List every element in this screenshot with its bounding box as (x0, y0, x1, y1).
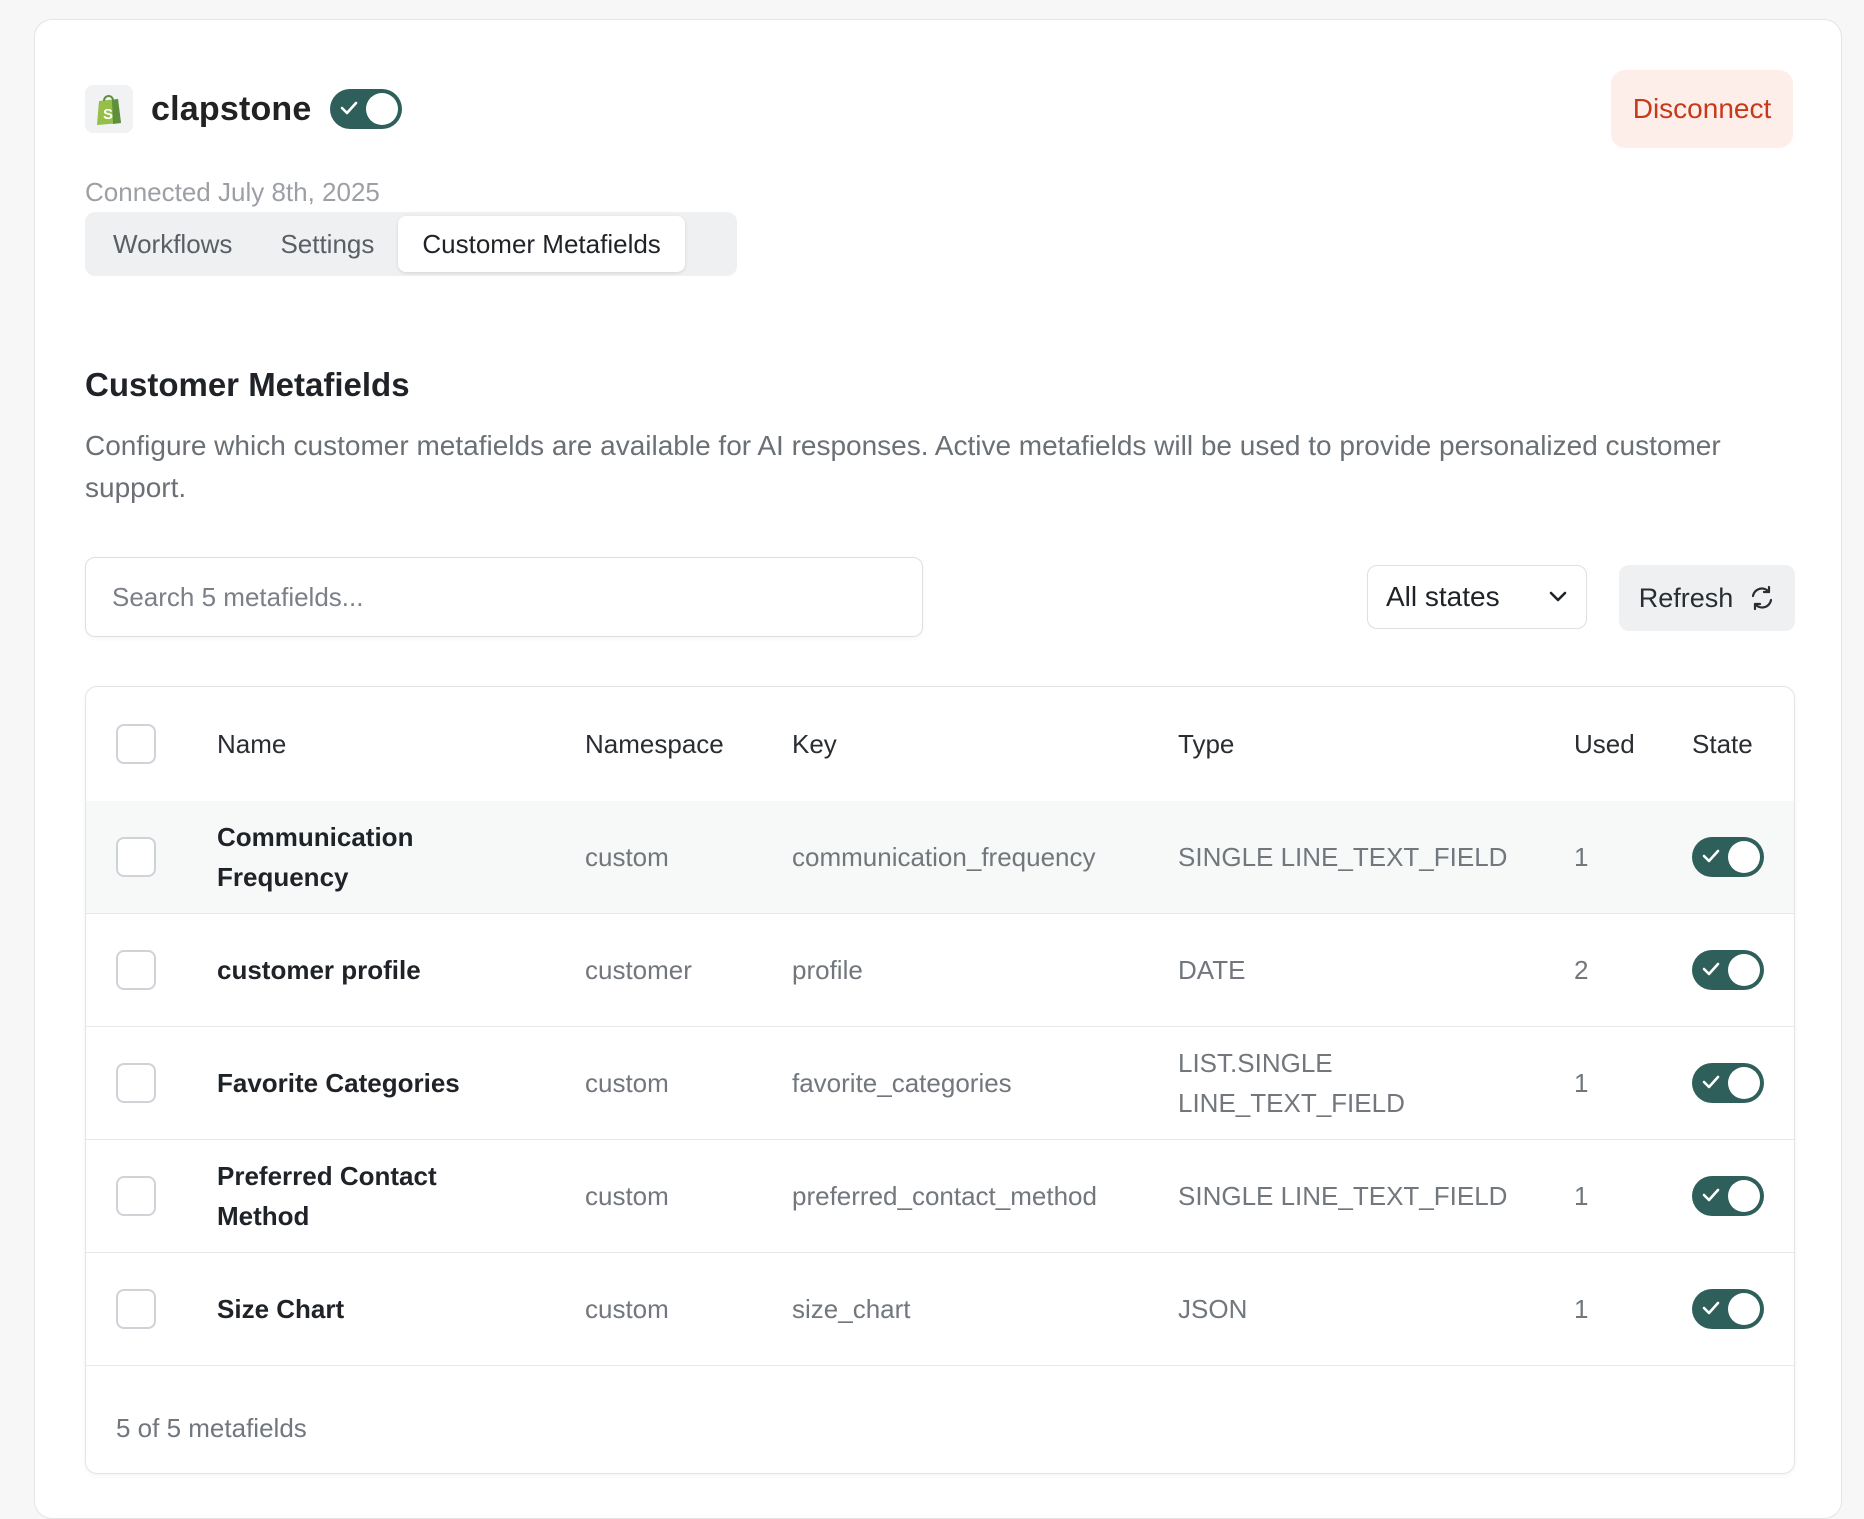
metafield-type: JSON (1178, 1294, 1248, 1324)
metafield-type: LIST.SINGLE LINE_TEXT_FIELD (1178, 1048, 1405, 1118)
metafield-name: Size Chart (217, 1294, 345, 1324)
check-icon (340, 101, 357, 115)
metafield-type: SINGLE LINE_TEXT_FIELD (1178, 1181, 1508, 1211)
metafield-name: Preferred Contact Method (217, 1161, 437, 1231)
metafield-namespace: custom (585, 841, 669, 872)
table-footer-count: 5 of 5 metafields (116, 1413, 307, 1443)
metafield-state-toggle[interactable] (1692, 1176, 1764, 1216)
integration-card: S clapstone Connected July 8th, 2025 Dis… (34, 19, 1842, 1519)
column-header-namespace[interactable]: Namespace (585, 687, 724, 801)
disconnect-button[interactable]: Disconnect (1611, 70, 1793, 148)
column-header-key[interactable]: Key (792, 687, 837, 801)
table-row[interactable]: Communication Frequency custom communica… (86, 801, 1794, 914)
metafield-used-count: 1 (1574, 1180, 1589, 1211)
connected-date: Connected July 8th, 2025 (85, 177, 380, 207)
refresh-icon (1752, 585, 1773, 611)
tab-workflows[interactable]: Workflows (89, 216, 256, 272)
metafields-table: Name Namespace Key Type Used State Commu… (85, 686, 1795, 1474)
metafield-state-toggle[interactable] (1692, 1063, 1764, 1103)
svg-text:S: S (103, 106, 113, 123)
metafield-state-toggle[interactable] (1692, 837, 1764, 877)
store-enabled-toggle[interactable] (329, 89, 402, 129)
table-header-row: Name Namespace Key Type Used State (86, 687, 1794, 801)
tab-settings[interactable]: Settings (256, 216, 398, 272)
metafield-type: DATE (1178, 955, 1246, 985)
search-input[interactable] (85, 557, 923, 637)
tab-bar: Workflows Settings Customer Metafields (85, 212, 737, 276)
refresh-button[interactable]: Refresh (1619, 565, 1795, 631)
metafield-used-count: 1 (1574, 1293, 1589, 1324)
select-all-checkbox[interactable] (116, 724, 156, 764)
metafield-name: Favorite Categories (217, 1068, 460, 1098)
metafield-namespace: custom (585, 1180, 669, 1211)
tab-customer-metafields[interactable]: Customer Metafields (398, 216, 685, 272)
table-row[interactable]: Favorite Categories custom favorite_cate… (86, 1027, 1794, 1140)
shopify-bag-icon: S (85, 85, 133, 133)
check-icon (1702, 962, 1720, 976)
table-row[interactable]: customer profile customer profile DATE 2 (86, 914, 1794, 1027)
metafield-used-count: 1 (1574, 841, 1589, 872)
chevron-down-icon (1549, 591, 1567, 602)
metafield-name: customer profile (217, 955, 421, 985)
state-filter-select[interactable]: All states (1367, 565, 1587, 629)
metafield-used-count: 1 (1574, 1067, 1589, 1098)
metafield-namespace: custom (585, 1293, 669, 1324)
store-name: clapstone (151, 89, 312, 128)
row-checkbox[interactable] (116, 950, 156, 990)
state-filter-value: All states (1386, 581, 1500, 612)
metafield-namespace: customer (585, 954, 692, 985)
refresh-label: Refresh (1638, 582, 1734, 613)
metafield-key: profile (792, 954, 863, 985)
column-header-name[interactable]: Name (217, 687, 547, 801)
column-header-used[interactable]: Used (1574, 687, 1635, 801)
metafield-name: Communication Frequency (217, 822, 414, 892)
row-checkbox[interactable] (116, 1289, 156, 1329)
row-checkbox[interactable] (116, 837, 156, 877)
metafield-used-count: 2 (1574, 954, 1589, 985)
metafield-state-toggle[interactable] (1692, 950, 1764, 990)
store-header: S clapstone (85, 85, 402, 133)
metafield-key: preferred_contact_method (792, 1180, 1097, 1211)
section-description: Configure which customer metafields are … (85, 430, 1721, 503)
metafield-state-toggle[interactable] (1692, 1289, 1764, 1329)
check-icon (1702, 1301, 1720, 1315)
metafield-key: favorite_categories (792, 1067, 1012, 1098)
table-row[interactable]: Size Chart custom size_chart JSON 1 (86, 1253, 1794, 1366)
check-icon (1702, 849, 1720, 863)
section-title: Customer Metafields (85, 366, 410, 403)
metafield-namespace: custom (585, 1067, 669, 1098)
metafield-key: communication_frequency (792, 841, 1096, 872)
row-checkbox[interactable] (116, 1063, 156, 1103)
column-header-state[interactable]: State (1692, 687, 1753, 801)
row-checkbox[interactable] (116, 1176, 156, 1216)
metafield-key: size_chart (792, 1293, 911, 1324)
check-icon (1702, 1188, 1720, 1202)
metafield-type: SINGLE LINE_TEXT_FIELD (1178, 842, 1508, 872)
column-header-type[interactable]: Type (1178, 687, 1508, 801)
check-icon (1702, 1075, 1720, 1089)
table-row[interactable]: Preferred Contact Method custom preferre… (86, 1140, 1794, 1253)
